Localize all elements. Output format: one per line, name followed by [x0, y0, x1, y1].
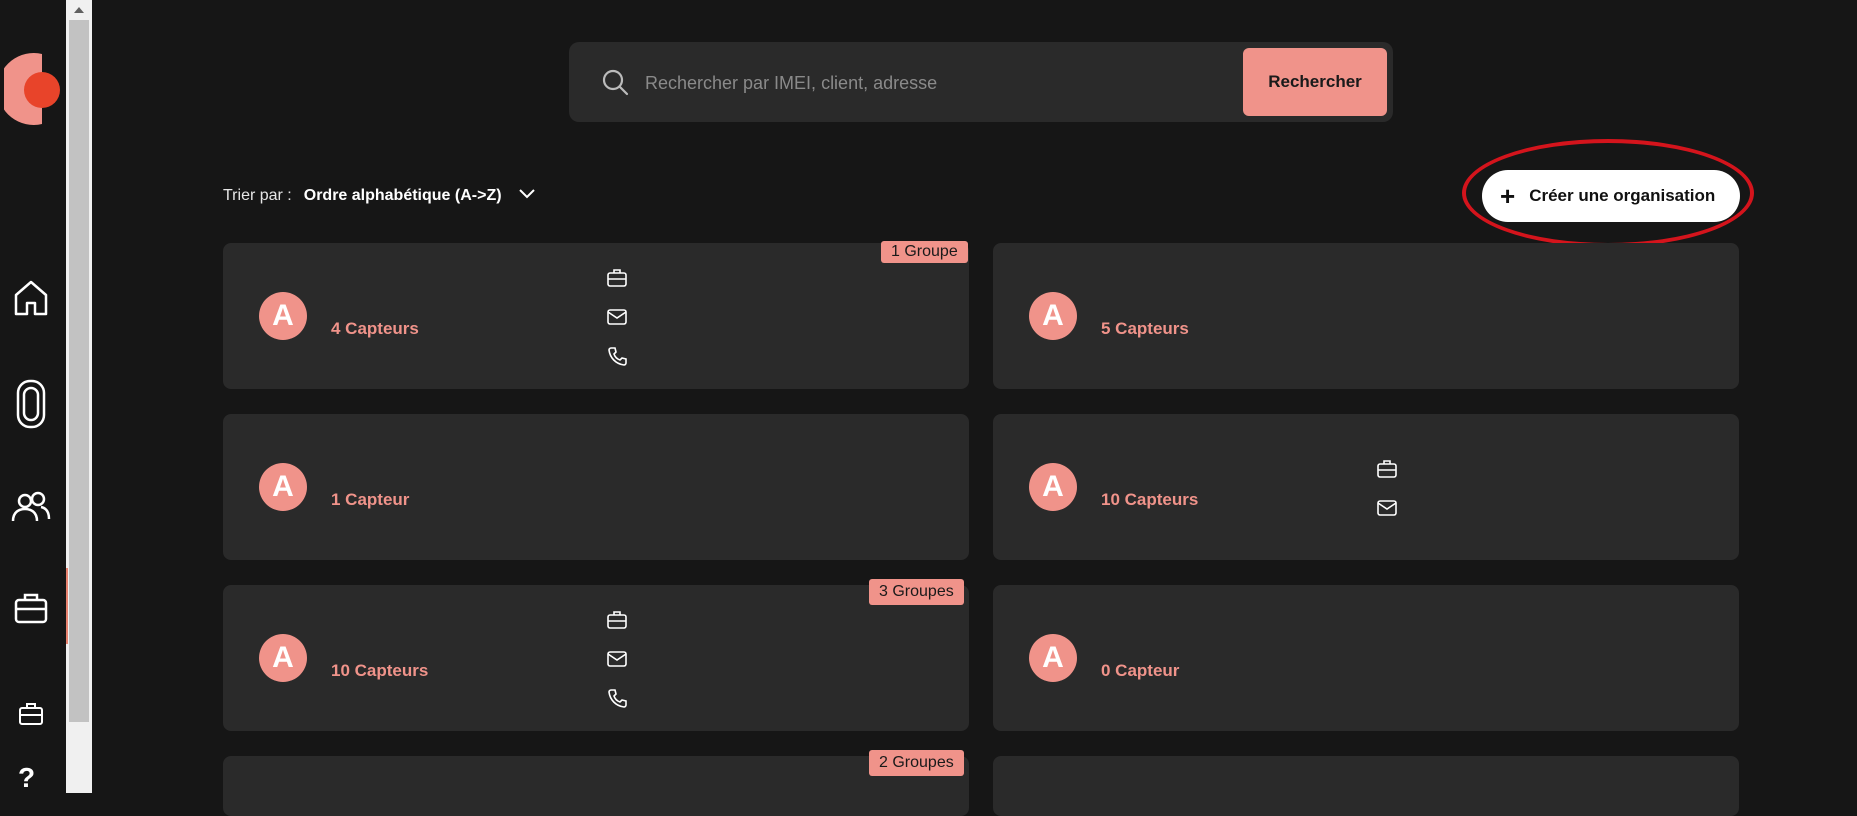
- organization-card[interactable]: 2 Groupes: [223, 750, 969, 816]
- sensor-icon[interactable]: [11, 378, 51, 430]
- group-badge: 1 Groupe: [881, 241, 968, 263]
- plus-icon: +: [1500, 181, 1516, 211]
- sort-control[interactable]: Trier par : Ordre alphabétique (A->Z): [223, 184, 536, 208]
- avatar: A: [259, 463, 307, 511]
- search-bar: Rechercher: [569, 42, 1393, 122]
- home-icon[interactable]: [11, 278, 51, 318]
- organization-card[interactable]: [993, 756, 1739, 816]
- sensor-count: 10 Capteurs: [1101, 490, 1199, 509]
- search-button[interactable]: Rechercher: [1243, 48, 1387, 116]
- scroll-up-arrow-icon[interactable]: [66, 0, 92, 20]
- avatar: A: [259, 634, 307, 682]
- help-icon[interactable]: ?: [18, 762, 35, 794]
- sensor-count: 1 Capteur: [331, 490, 410, 509]
- sensor-count: 10 Capteurs: [331, 661, 429, 680]
- organization-card[interactable]: A 4 Capteurs 1 Groupe: [223, 241, 969, 389]
- create-organization-label: Créer une organisation: [1529, 186, 1716, 205]
- phone-icon: [605, 344, 629, 368]
- phone-icon: [605, 686, 629, 710]
- sort-value[interactable]: Ordre alphabétique (A->Z): [304, 187, 502, 205]
- organization-card[interactable]: A 5 Capteurs: [993, 243, 1739, 389]
- avatar: A: [259, 292, 307, 340]
- sidebar: ?: [0, 0, 66, 793]
- organization-card[interactable]: A 0 Capteur: [993, 585, 1739, 731]
- mail-icon: [605, 647, 629, 671]
- sensor-count: 4 Capteurs: [331, 319, 419, 338]
- briefcase-icon: [1375, 457, 1399, 481]
- group-badge: 2 Groupes: [869, 750, 964, 776]
- users-icon[interactable]: [11, 487, 51, 527]
- avatar: A: [1029, 463, 1077, 511]
- mail-icon: [1375, 496, 1399, 520]
- organization-card[interactable]: A 10 Capteurs 3 Groupes: [223, 579, 969, 731]
- active-indicator: [66, 568, 68, 644]
- mail-icon: [605, 305, 629, 329]
- organization-card[interactable]: A 10 Capteurs: [993, 414, 1739, 560]
- briefcase-icon[interactable]: [11, 588, 51, 628]
- sensor-count: 5 Capteurs: [1101, 319, 1189, 338]
- app-logo[interactable]: [0, 52, 60, 126]
- search-icon: [601, 68, 629, 96]
- sort-label: Trier par :: [223, 187, 292, 204]
- avatar: A: [1029, 634, 1077, 682]
- avatar: A: [1029, 292, 1077, 340]
- create-organization-button[interactable]: + Créer une organisation: [1482, 170, 1740, 222]
- sensor-count: 0 Capteur: [1101, 661, 1180, 680]
- organization-card[interactable]: A 1 Capteur: [223, 414, 969, 560]
- scrollbar-thumb[interactable]: [69, 20, 89, 722]
- chevron-down-icon[interactable]: [518, 187, 536, 205]
- briefcase-icon: [605, 266, 629, 290]
- briefcase-icon: [605, 608, 629, 632]
- group-badge: 3 Groupes: [869, 579, 964, 605]
- search-input[interactable]: [643, 64, 1207, 102]
- briefcase-small-icon[interactable]: [11, 694, 51, 734]
- scrollbar[interactable]: [66, 0, 92, 793]
